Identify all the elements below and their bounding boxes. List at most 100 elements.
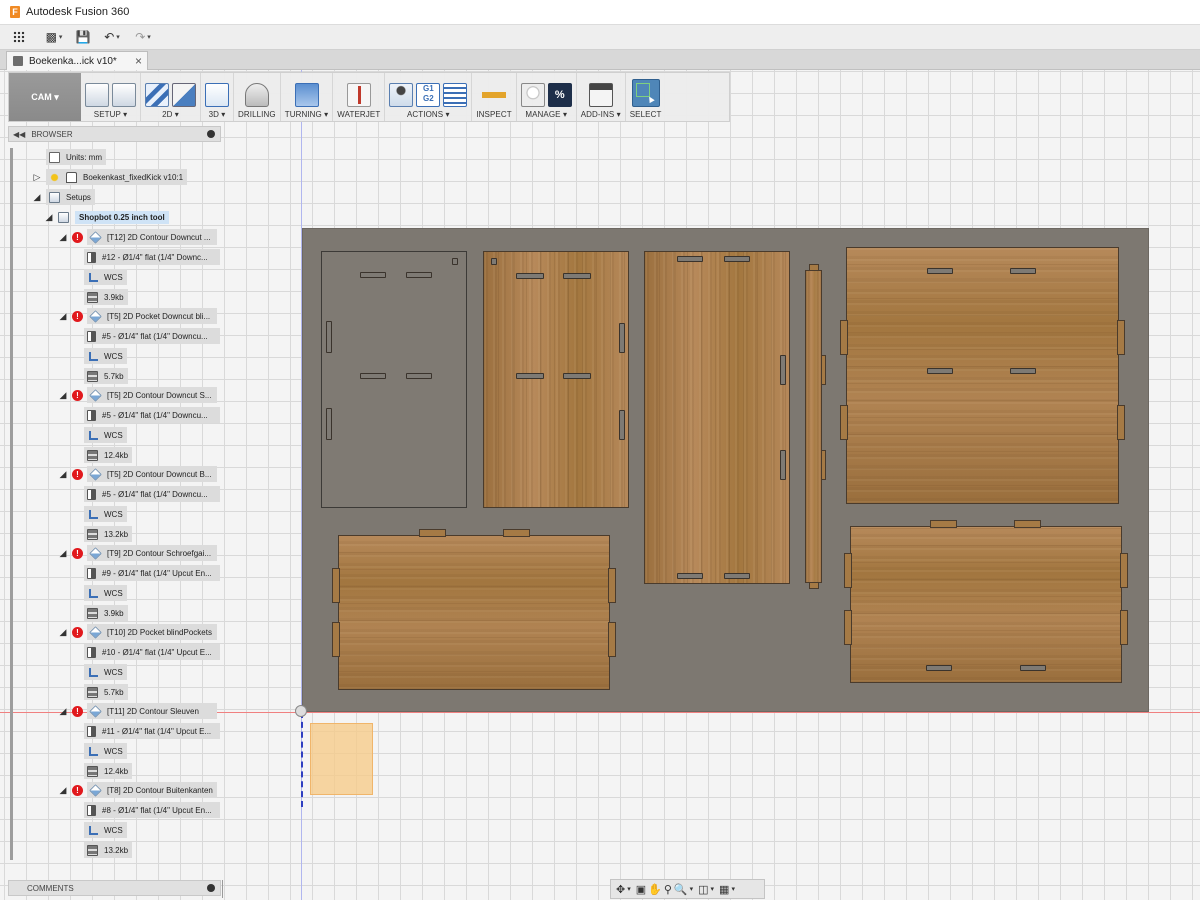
- grid-settings-icon[interactable]: ▦: [719, 883, 729, 896]
- collapse-triangle-icon[interactable]: ◢: [58, 627, 68, 637]
- turning-group[interactable]: TURNING ▾: [281, 73, 334, 121]
- component-node[interactable]: ▷ Boekenkast_fixedKick v10:1: [32, 169, 188, 185]
- turning-icon[interactable]: [294, 83, 319, 107]
- collapse-triangle-icon[interactable]: ◢: [58, 785, 68, 795]
- part-kick-strip[interactable]: [805, 270, 822, 583]
- tool-node[interactable]: #10 - Ø1/4" flat (1/4" Upcut E...: [84, 644, 220, 660]
- expand-triangle-icon[interactable]: ▷: [32, 172, 42, 182]
- tool-node[interactable]: #8 - Ø1/4" flat (1/4" Upcut En...: [84, 802, 220, 818]
- collapse-triangle-icon[interactable]: ◢: [58, 706, 68, 716]
- part-side-panel-left[interactable]: [483, 251, 629, 508]
- orbit-icon[interactable]: ✥: [616, 883, 625, 896]
- tool-node[interactable]: #11 - Ø1/4" flat (1/4" Upcut E...: [84, 723, 220, 739]
- simulate-icon[interactable]: [389, 83, 414, 107]
- addins-label[interactable]: ADD-INS ▾: [581, 110, 621, 119]
- visibility-bulb-icon[interactable]: [49, 171, 60, 183]
- tool-node[interactable]: #9 - Ø1/4" flat (1/4" Upcut En...: [84, 565, 220, 581]
- actions-group[interactable]: G1 G2 ACTIONS ▾: [385, 73, 473, 121]
- tool-node[interactable]: #12 - Ø1/4" flat (1/4" Downc...: [84, 249, 220, 265]
- nc-program-node[interactable]: 12.4kb: [84, 763, 133, 779]
- addins-group[interactable]: ADD-INS ▾: [577, 73, 626, 121]
- pin-comments-icon[interactable]: [207, 884, 215, 892]
- setup-group[interactable]: SETUP ▾: [81, 73, 141, 121]
- setup-sheet-icon[interactable]: [443, 83, 468, 107]
- drill-icon[interactable]: [244, 83, 269, 107]
- browser-header[interactable]: ◀◀ BROWSER: [8, 126, 221, 142]
- comments-bar[interactable]: COMMENTS: [8, 880, 221, 896]
- post-library-icon[interactable]: %: [547, 83, 572, 107]
- scripts-addins-icon[interactable]: [588, 83, 613, 107]
- wcs-node[interactable]: WCS: [84, 506, 127, 522]
- waterjet-label[interactable]: WATERJET: [337, 110, 380, 119]
- zoom-icon[interactable]: ⚲: [664, 883, 672, 896]
- part-shelf-bottom-right[interactable]: [850, 526, 1122, 683]
- 2d-pocket-icon[interactable]: [172, 83, 196, 107]
- save-button[interactable]: 💾: [70, 25, 96, 50]
- pan-hand-icon[interactable]: ✋: [648, 883, 662, 896]
- two-d-group[interactable]: 2D ▾: [141, 73, 201, 121]
- select-group[interactable]: SELECT: [626, 73, 666, 121]
- look-at-icon[interactable]: ▣: [636, 883, 646, 896]
- collapse-triangle-icon[interactable]: ◢: [32, 192, 42, 202]
- undo-button[interactable]: ↶ ▾: [96, 25, 128, 50]
- three-d-group[interactable]: 3D ▾: [201, 73, 234, 121]
- collapse-triangle-icon[interactable]: ◢: [58, 390, 68, 400]
- tool-node[interactable]: #5 - Ø1/4" flat (1/4" Downcu...: [84, 328, 220, 344]
- manage-label[interactable]: MANAGE ▾: [525, 110, 567, 119]
- operation-node[interactable]: ◢! [T9] 2D Contour Schroefgai...: [58, 545, 217, 561]
- two-d-label[interactable]: 2D ▾: [162, 110, 179, 119]
- units-node[interactable]: Units: mm: [46, 149, 106, 165]
- actions-label[interactable]: ACTIONS ▾: [407, 110, 450, 119]
- measure-ruler-icon[interactable]: [482, 83, 507, 107]
- setup-node[interactable]: ◢ Shopbot 0.25 inch tool: [44, 209, 173, 225]
- operation-node[interactable]: ◢! [T5] 2D Pocket Downcut bli...: [58, 308, 217, 324]
- select-label[interactable]: SELECT: [630, 110, 662, 119]
- wcs-node[interactable]: WCS: [84, 427, 127, 443]
- operation-node[interactable]: ◢! [T12] 2D Contour Downcut ...: [58, 229, 217, 245]
- nc-program-node[interactable]: 5.7kb: [84, 368, 128, 384]
- wcs-node[interactable]: WCS: [84, 743, 127, 759]
- manage-group[interactable]: % MANAGE ▾: [517, 73, 577, 121]
- setup-label[interactable]: SETUP ▾: [94, 110, 127, 119]
- wcs-node[interactable]: WCS: [84, 585, 127, 601]
- drilling-group[interactable]: DRILLING: [234, 73, 281, 121]
- new-setup-icon[interactable]: [85, 83, 109, 107]
- three-d-label[interactable]: 3D ▾: [209, 110, 226, 119]
- redo-button[interactable]: ↷ ▾: [128, 25, 158, 50]
- part-top-panel[interactable]: [846, 247, 1119, 504]
- waterjet-group[interactable]: WATERJET: [333, 73, 386, 121]
- open-setup-icon[interactable]: [112, 83, 136, 107]
- nc-program-node[interactable]: 13.2kb: [84, 526, 133, 542]
- nc-program-node[interactable]: 12.4kb: [84, 447, 133, 463]
- collapse-triangle-icon[interactable]: ◢: [58, 469, 68, 479]
- collapse-triangle-icon[interactable]: ◢: [44, 212, 54, 222]
- operation-node[interactable]: ◢! [T5] 2D Contour Downcut B...: [58, 466, 217, 482]
- zoom-window-icon[interactable]: 🔍: [674, 883, 688, 896]
- document-tab[interactable]: Boekenka...ick v10* ×: [6, 51, 148, 70]
- data-panel-button[interactable]: [0, 25, 38, 50]
- file-menu-button[interactable]: ▩ ▾: [38, 25, 70, 50]
- part-side-panel-right[interactable]: [644, 251, 790, 584]
- turning-label[interactable]: TURNING ▾: [285, 110, 329, 119]
- inspect-group[interactable]: INSPECT: [472, 73, 517, 121]
- tool-library-icon[interactable]: [520, 83, 545, 107]
- nc-program-node[interactable]: 3.9kb: [84, 605, 128, 621]
- post-process-g1g2-icon[interactable]: G1 G2: [416, 83, 441, 107]
- drilling-label[interactable]: DRILLING: [238, 110, 276, 119]
- operation-node[interactable]: ◢! [T5] 2D Contour Downcut S...: [58, 387, 217, 403]
- wcs-node[interactable]: WCS: [84, 348, 127, 364]
- 2d-adaptive-icon[interactable]: [145, 83, 169, 107]
- workspace-switcher-button[interactable]: CAM ▾: [9, 73, 81, 121]
- collapse-browser-icon[interactable]: ◀◀: [13, 130, 25, 139]
- operation-node[interactable]: ◢! [T11] 2D Contour Sleuven: [58, 703, 217, 719]
- collapse-triangle-icon[interactable]: ◢: [58, 548, 68, 558]
- nc-program-node[interactable]: 5.7kb: [84, 684, 128, 700]
- setups-node[interactable]: ◢ Setups: [32, 189, 95, 205]
- close-tab-icon[interactable]: ×: [135, 54, 142, 68]
- browser-scroll-rail[interactable]: [10, 148, 13, 860]
- collapse-triangle-icon[interactable]: ◢: [58, 311, 68, 321]
- tool-node[interactable]: #5 - Ø1/4" flat (1/4" Downcu...: [84, 486, 220, 502]
- part-panel-grey[interactable]: [321, 251, 467, 508]
- collapse-triangle-icon[interactable]: ◢: [58, 232, 68, 242]
- nc-program-node[interactable]: 13.2kb: [84, 842, 133, 858]
